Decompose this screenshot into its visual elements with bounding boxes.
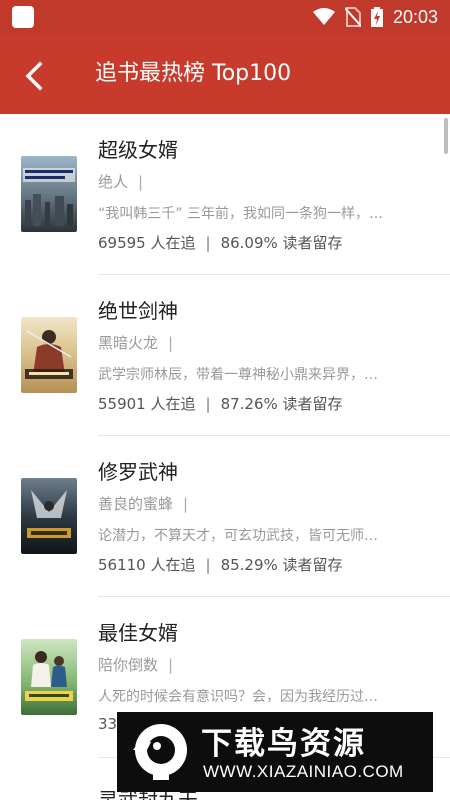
stats-separator: | [205, 395, 211, 413]
status-bar: 20:03 [0, 0, 450, 34]
status-icons: 20:03 [312, 0, 438, 34]
followers-count: 55901 人在追 [98, 395, 196, 413]
book-author: 黑暗火龙 | [98, 332, 173, 353]
book-title: 修罗武神 [98, 460, 178, 484]
no-sim-icon [344, 7, 361, 27]
book-cover [21, 478, 77, 554]
bird-logo-icon [133, 724, 187, 780]
list-item[interactable]: 超级女婿 绝人 | “我叫韩三千” 三年前，我如同一条狗一样，… 69595 人在… [0, 114, 450, 275]
book-description: 论潜力，不算天才，可玄功武技，皆可无师… [98, 528, 378, 544]
book-title: 超级女婿 [98, 138, 178, 162]
book-cover [21, 156, 77, 232]
author-separator: | [138, 173, 144, 191]
status-time: 20:03 [392, 6, 438, 27]
back-arrow-icon [25, 61, 43, 91]
author-name: 善良的蜜蜂 [98, 495, 174, 513]
book-description: 人死的时候会有意识吗？会，因为我经历过… [98, 689, 378, 705]
book-description: 武学宗师林辰，带着一尊神秘小鼎来异界，… [98, 367, 378, 383]
battery-charging-icon [370, 7, 383, 27]
watermark-banner: 下载鸟资源 WWW.XIAZAINIAO.COM [117, 712, 433, 792]
book-description: “我叫韩三千” 三年前，我如同一条狗一样，… [98, 206, 383, 222]
author-name: 陪你倒数 [98, 656, 159, 674]
retention-rate: 85.29% 读者留存 [220, 556, 343, 574]
author-name: 黑暗火龙 [98, 334, 159, 352]
watermark-url: WWW.XIAZAINIAO.COM [203, 762, 404, 781]
back-button[interactable] [18, 58, 54, 94]
followers-count: 33 [98, 715, 118, 733]
book-title: 最佳女婿 [98, 621, 178, 645]
stats-separator: | [205, 556, 211, 574]
followers-count: 69595 人在追 [98, 234, 196, 252]
wifi-icon [312, 8, 335, 25]
app-notification-icon [12, 6, 34, 28]
list-item[interactable]: 绝世剑神 黑暗火龙 | 武学宗师林辰，带着一尊神秘小鼎来异界，… 55901 人在… [0, 275, 450, 436]
author-name: 绝人 [98, 173, 129, 191]
followers-count: 56110 人在追 [98, 556, 196, 574]
author-separator: | [168, 656, 174, 674]
author-separator: | [183, 495, 189, 513]
book-title: 绝世剑神 [98, 299, 178, 323]
watermark-name: 下载鸟资源 [201, 726, 366, 762]
book-author: 善良的蜜蜂 | [98, 493, 188, 514]
page-title: 追书最热榜 Top100 [95, 61, 292, 86]
app-header: 追书最热榜 Top100 [0, 34, 450, 114]
retention-rate: 87.26% 读者留存 [220, 395, 343, 413]
retention-rate: 86.09% 读者留存 [220, 234, 343, 252]
book-author: 绝人 | [98, 171, 143, 192]
book-stats: 56110 人在追 | 85.29% 读者留存 [98, 554, 343, 575]
book-cover [21, 639, 77, 715]
book-stats: 55901 人在追 | 87.26% 读者留存 [98, 393, 343, 414]
book-stats: 69595 人在追 | 86.09% 读者留存 [98, 232, 343, 253]
book-list[interactable]: 超级女婿 绝人 | “我叫韩三千” 三年前，我如同一条狗一样，… 69595 人在… [0, 114, 450, 800]
stats-separator: | [205, 234, 211, 252]
book-author: 陪你倒数 | [98, 654, 173, 675]
author-separator: | [168, 334, 174, 352]
list-item[interactable]: 修罗武神 善良的蜜蜂 | 论潜力，不算天才，可玄功武技，皆可无师… 56110 人… [0, 436, 450, 597]
book-cover [21, 317, 77, 393]
